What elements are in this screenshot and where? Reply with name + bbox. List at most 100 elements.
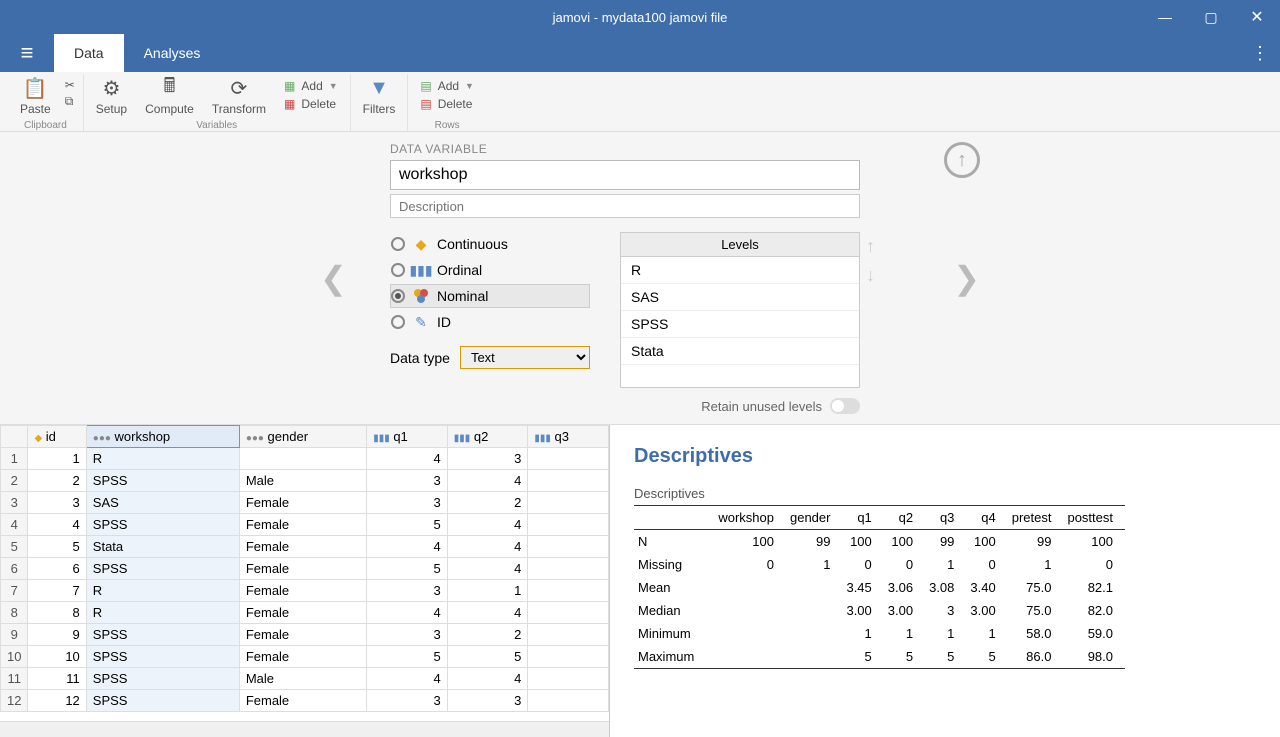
horizontal-scrollbar[interactable] [0,721,609,737]
title-bar: jamovi - mydata100 jamovi file ― ▢ ✕ [0,0,1280,34]
column-header-q1[interactable]: ▮▮▮ q1 [367,426,448,448]
delete-variable-button[interactable]: ▦Delete [280,96,342,112]
variable-editor: ❮ ❯ ↑ DATA VARIABLE ◆ Continuous ▮▮▮ Ord… [0,132,1280,425]
setup-icon: ⚙ [97,76,125,100]
prev-variable-arrow[interactable]: ❮ [320,259,347,297]
radio-icon [391,263,405,277]
clipboard-icon: 📋 [21,76,49,100]
copy-icon[interactable]: ⧉ [65,94,75,109]
column-header-workshop[interactable]: ●●● workshop [86,426,239,448]
ordinal-icon: ▮▮▮ [413,262,429,278]
measure-id[interactable]: ✎ ID [390,310,590,334]
table-row[interactable]: 1212SPSSFemale33 [1,690,609,712]
minimize-button[interactable]: ― [1142,0,1188,34]
spreadsheet-panel: ◆ id●●● workshop●●● gender▮▮▮ q1▮▮▮ q2▮▮… [0,425,610,737]
measure-ordinal[interactable]: ▮▮▮ Ordinal [390,258,590,282]
radio-icon [391,289,405,303]
continuous-icon: ◆ [413,236,429,252]
table-row[interactable]: 22SPSSMale34 [1,470,609,492]
measure-type-list: ◆ Continuous ▮▮▮ Ordinal Nominal [390,232,590,334]
desc-row: Maximum555586.098.0 [634,645,1125,669]
delete-row-button[interactable]: ▤Delete [416,96,478,112]
compute-icon: 🖩 [155,76,183,100]
table-row[interactable]: 88RFemale44 [1,602,609,624]
maximize-button[interactable]: ▢ [1188,0,1234,34]
level-item[interactable]: SAS [621,284,859,311]
desc-row: Minimum111158.059.0 [634,622,1125,645]
table-row[interactable]: 1111SPSSMale44 [1,668,609,690]
window-title: jamovi - mydata100 jamovi file [553,10,728,25]
column-header-q3[interactable]: ▮▮▮ q3 [528,426,609,448]
measure-continuous[interactable]: ◆ Continuous [390,232,590,256]
table-row[interactable]: 44SPSSFemale54 [1,514,609,536]
filters-button[interactable]: ▼ Filters [359,74,400,118]
results-title: Descriptives [634,445,1256,468]
data-table[interactable]: ◆ id●●● workshop●●● gender▮▮▮ q1▮▮▮ q2▮▮… [0,425,609,712]
table-row[interactable]: 77RFemale31 [1,580,609,602]
column-header-q2[interactable]: ▮▮▮ q2 [447,426,528,448]
variable-description-input[interactable] [390,194,860,218]
data-type-select[interactable]: Text [460,346,590,369]
tab-data[interactable]: Data [54,34,124,72]
descriptives-table: workshopgenderq1q2q3q4pretestposttestN10… [634,505,1125,669]
kebab-menu[interactable]: ⋮ [1240,34,1280,72]
level-item[interactable]: SPSS [621,311,859,338]
desc-row: Median3.003.0033.0075.082.0 [634,599,1125,622]
nominal-icon [413,288,429,304]
radio-icon [391,237,405,251]
ribbon: 📋 Paste ✂ ⧉ Clipboard ⚙ Setup 🖩 Compute … [0,72,1280,132]
level-item[interactable]: Stata [621,338,859,365]
desc-row: Missing01001010 [634,553,1125,576]
radio-icon [391,315,405,329]
tab-analyses[interactable]: Analyses [124,34,221,72]
data-type-label: Data type [390,350,450,366]
variable-name-input[interactable] [390,160,860,190]
chevron-down-icon: ▼ [465,81,474,91]
compute-button[interactable]: 🖩 Compute [141,74,198,118]
level-down-arrow[interactable]: ↓ [866,265,875,286]
levels-header: Levels [621,233,859,257]
add-variable-button[interactable]: ▦Add ▼ [280,78,342,94]
table-row[interactable]: 11R43 [1,448,609,470]
table-row[interactable]: 33SASFemale32 [1,492,609,514]
retain-unused-label: Retain unused levels [701,399,822,414]
table-row[interactable]: 55StataFemale44 [1,536,609,558]
compute-label: Compute [145,102,194,116]
variables-group-label: Variables [196,120,237,131]
chevron-down-icon: ▼ [329,81,338,91]
paste-label: Paste [20,102,51,116]
table-row[interactable]: 99SPSSFemale32 [1,624,609,646]
filter-icon: ▼ [365,76,393,100]
transform-label: Transform [212,102,266,116]
level-up-arrow[interactable]: ↑ [866,236,875,257]
corner-cell [1,426,28,448]
retain-unused-toggle[interactable] [830,398,860,414]
cut-icon[interactable]: ✂ [65,78,75,92]
transform-button[interactable]: ⟳ Transform [208,74,270,118]
results-subtitle: Descriptives [634,486,1256,501]
paste-button[interactable]: 📋 Paste [16,74,55,118]
column-header-id[interactable]: ◆ id [28,426,86,448]
desc-row: Mean3.453.063.083.4075.082.1 [634,576,1125,599]
results-panel: Descriptives Descriptives workshopgender… [610,425,1280,737]
clipboard-group-label: Clipboard [24,120,67,131]
close-button[interactable]: ✕ [1234,0,1280,34]
setup-label: Setup [96,102,127,116]
transform-icon: ⟳ [225,76,253,100]
column-header-gender[interactable]: ●●● gender [239,426,366,448]
hamburger-menu[interactable]: ≡ [0,34,54,72]
add-row-button[interactable]: ▤Add ▼ [416,78,478,94]
filters-label: Filters [363,102,396,116]
desc-row: N100991001009910099100 [634,530,1125,554]
setup-button[interactable]: ⚙ Setup [92,74,131,118]
menu-bar: ≡ Data Analyses ⋮ [0,34,1280,72]
level-item[interactable]: R [621,257,859,284]
data-variable-label: DATA VARIABLE [390,142,920,156]
levels-box: Levels RSASSPSSStata [620,232,860,388]
rows-group-label: Rows [435,120,460,131]
collapse-editor-button[interactable]: ↑ [944,142,980,178]
table-row[interactable]: 1010SPSSFemale55 [1,646,609,668]
table-row[interactable]: 66SPSSFemale54 [1,558,609,580]
measure-nominal[interactable]: Nominal [390,284,590,308]
next-variable-arrow[interactable]: ❯ [953,259,980,297]
